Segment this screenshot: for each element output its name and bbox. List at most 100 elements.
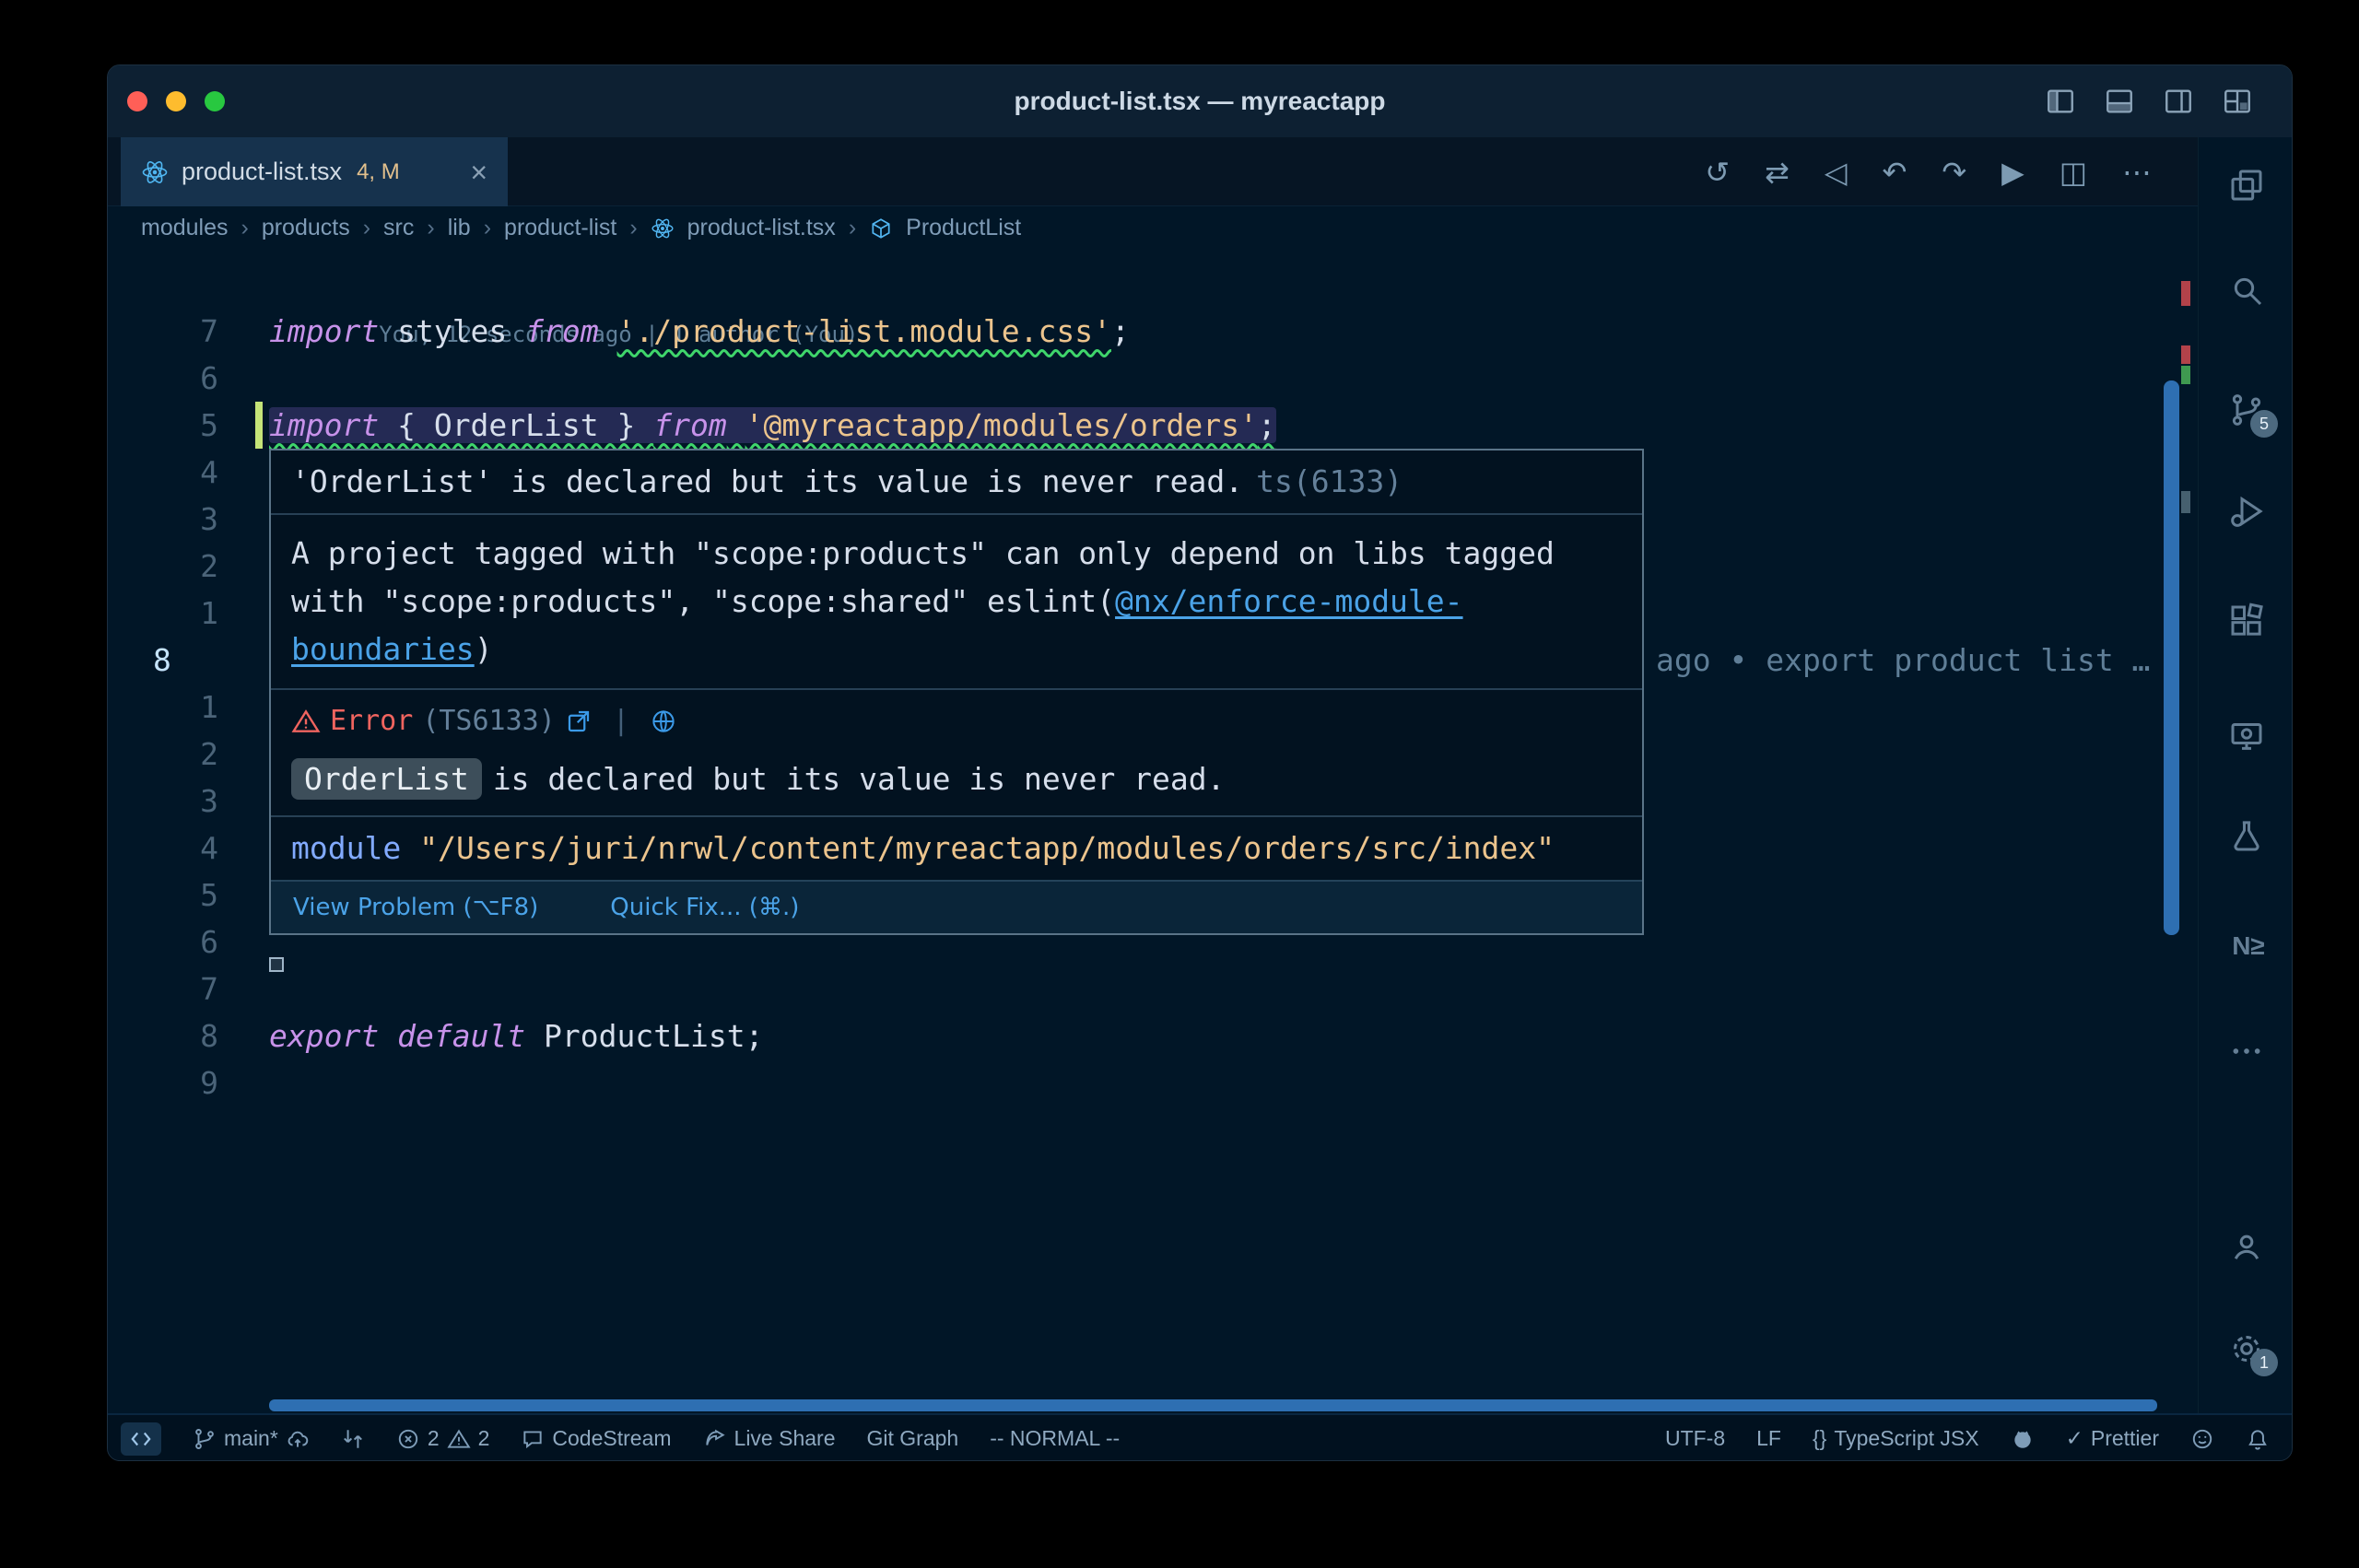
open-external-icon[interactable]: [565, 708, 593, 735]
test-beaker-icon[interactable]: [2228, 817, 2265, 854]
line-number: 6: [108, 919, 218, 965]
error-code: (TS6133): [422, 705, 556, 737]
github-status[interactable]: [2011, 1427, 2035, 1451]
breadcrumb-item[interactable]: ProductList: [906, 215, 1021, 241]
remote-indicator[interactable]: [121, 1422, 161, 1456]
github-icon: [2011, 1427, 2035, 1451]
feedback-status[interactable]: [2190, 1427, 2214, 1451]
account-icon[interactable]: [2228, 1228, 2265, 1265]
code-line-5[interactable]: import { OrderList } from '@myreactapp/m…: [108, 402, 2198, 449]
code-line-8-export[interactable]: export default ProductList;: [108, 1012, 2198, 1059]
nx-console-icon[interactable]: N≥: [2223, 928, 2274, 965]
line-number: 6: [108, 355, 218, 402]
desktop-background: product-list.tsx — myreactapp product-li…: [0, 0, 2359, 1568]
timeline-icon[interactable]: ↺: [1705, 155, 1730, 190]
quick-fix-button[interactable]: Quick Fix... (⌘.): [610, 894, 799, 921]
window-title: product-list.tsx — myreactapp: [108, 65, 2292, 137]
git-compare-icon: [341, 1427, 365, 1451]
blame-annotation: You, 12 seconds ago | 1 author (You): [108, 261, 2198, 308]
git-branch-icon: [193, 1427, 217, 1451]
tab-bar: product-list.tsx 4, M × ↺ ⇄ ◁ ↶ ↷ ▶ ◫ ⋯: [108, 137, 2198, 206]
overview-ruler-error-mark: [2181, 345, 2190, 364]
hover-actions: View Problem (⌥F8) Quick Fix... (⌘.): [271, 880, 1642, 933]
tab-product-list[interactable]: product-list.tsx 4, M ×: [121, 137, 508, 206]
overview-ruler-info-mark: [2181, 491, 2190, 513]
next-change-icon[interactable]: ↷: [1942, 155, 1966, 190]
status-bar: main* 2 2: [108, 1413, 2293, 1461]
horizontal-scrollbar[interactable]: [269, 1399, 2157, 1411]
problems-status[interactable]: 2 2: [396, 1426, 490, 1451]
symbol-chip: OrderList: [291, 758, 482, 800]
code-editor[interactable]: 7 6 5 4 3 2 1 8 1 2 3 4 5 6 7 8 9 You, 1…: [108, 250, 2198, 1413]
git-compare-status[interactable]: [341, 1427, 365, 1451]
vim-mode-status[interactable]: -- NORMAL --: [990, 1426, 1120, 1451]
vscode-window: product-list.tsx — myreactapp product-li…: [107, 64, 2293, 1461]
navigate-back-icon[interactable]: ◁: [1825, 155, 1848, 190]
globe-icon[interactable]: [650, 708, 677, 735]
line-number: 3: [108, 778, 218, 825]
live-share-status[interactable]: Live Share: [703, 1426, 836, 1451]
more-actions-icon[interactable]: ⋯: [2122, 155, 2152, 190]
hover-eslint-message: A project tagged with "scope:products" c…: [271, 515, 1642, 688]
notifications-status[interactable]: [2246, 1427, 2270, 1451]
language-mode-status[interactable]: {}TypeScript JSX: [1813, 1426, 1979, 1451]
customize-layout-icon[interactable]: [2222, 86, 2253, 117]
line-number: 1: [108, 684, 218, 731]
line-number: 2: [108, 543, 218, 590]
explorer-icon[interactable]: [2228, 167, 2265, 204]
hover-error-sentence: OrderListis declared but its value is ne…: [291, 761, 1622, 797]
code-line-7[interactable]: import styles from './product-list.modul…: [108, 308, 2198, 355]
inline-blame-annotation: ago • export product list …: [1656, 637, 2172, 684]
feedback-smiley-icon: [2190, 1427, 2214, 1451]
close-tab-icon[interactable]: ×: [470, 158, 487, 187]
search-icon[interactable]: [2228, 272, 2265, 309]
source-control-badge: 5: [2250, 410, 2278, 438]
current-line-number: 8: [153, 637, 171, 684]
activity-bar: 5 N≥ 1: [2198, 137, 2293, 1413]
git-branch-status[interactable]: main*: [193, 1426, 310, 1451]
encoding-status[interactable]: UTF-8: [1665, 1426, 1725, 1451]
prettier-status[interactable]: ✓Prettier: [2066, 1426, 2159, 1451]
warning-triangle-icon: [447, 1427, 471, 1451]
run-file-icon[interactable]: ▶: [2001, 155, 2025, 190]
breadcrumb-item[interactable]: product-list.tsx: [687, 215, 836, 241]
breadcrumb-item[interactable]: products: [262, 215, 350, 241]
breadcrumb-item[interactable]: lib: [448, 215, 471, 241]
breadcrumb-item[interactable]: product-list: [504, 215, 616, 241]
comment-icon: [521, 1427, 545, 1451]
view-problem-button[interactable]: View Problem (⌥F8): [293, 894, 538, 921]
editor-actions: ↺ ⇄ ◁ ↶ ↷ ▶ ◫ ⋯: [1705, 137, 2152, 206]
hover-module-path: module"/Users/juri/nrwl/content/myreacta…: [271, 817, 1642, 880]
line-number: 3: [108, 496, 218, 543]
eol-status[interactable]: LF: [1756, 1426, 1781, 1451]
line-number: 9: [108, 1059, 218, 1106]
line-number: 4: [108, 825, 218, 872]
tab-badge: 4, M: [357, 159, 400, 185]
toggle-panel-icon[interactable]: [2104, 86, 2135, 117]
bell-icon: [2246, 1427, 2270, 1451]
hover-resize-handle[interactable]: [269, 957, 284, 972]
extensions-icon[interactable]: [2228, 603, 2265, 639]
split-editor-icon[interactable]: ◫: [2060, 155, 2087, 190]
vertical-scrollbar[interactable]: [2164, 380, 2179, 935]
share-icon: [703, 1427, 727, 1451]
hover-ts-message: 'OrderList' is declared but its value is…: [271, 451, 1642, 513]
titlebar: product-list.tsx — myreactapp: [108, 65, 2292, 137]
remote-explorer-icon[interactable]: [2228, 718, 2265, 755]
breadcrumb-item[interactable]: src: [383, 215, 414, 241]
toggle-secondary-sidebar-icon[interactable]: [2163, 86, 2194, 117]
previous-change-icon[interactable]: ↶: [1883, 155, 1907, 190]
error-label: Error: [330, 705, 413, 737]
git-graph-status[interactable]: Git Graph: [867, 1426, 959, 1451]
toggle-sidebar-icon[interactable]: [2045, 86, 2076, 117]
codestream-status[interactable]: CodeStream: [521, 1426, 671, 1451]
problem-hover-popup: 'OrderList' is declared but its value is…: [269, 449, 1644, 935]
compare-changes-icon[interactable]: ⇄: [1765, 155, 1790, 190]
hover-error-detail: Error (TS6133) | OrderListis declared bu…: [271, 690, 1642, 815]
more-views-icon[interactable]: [2228, 1033, 2265, 1070]
breadcrumb-item[interactable]: modules: [141, 215, 229, 241]
line-number: 2: [108, 731, 218, 778]
cloud-upload-icon: [286, 1427, 310, 1451]
react-icon: [141, 158, 169, 186]
run-debug-icon[interactable]: [2228, 493, 2265, 530]
